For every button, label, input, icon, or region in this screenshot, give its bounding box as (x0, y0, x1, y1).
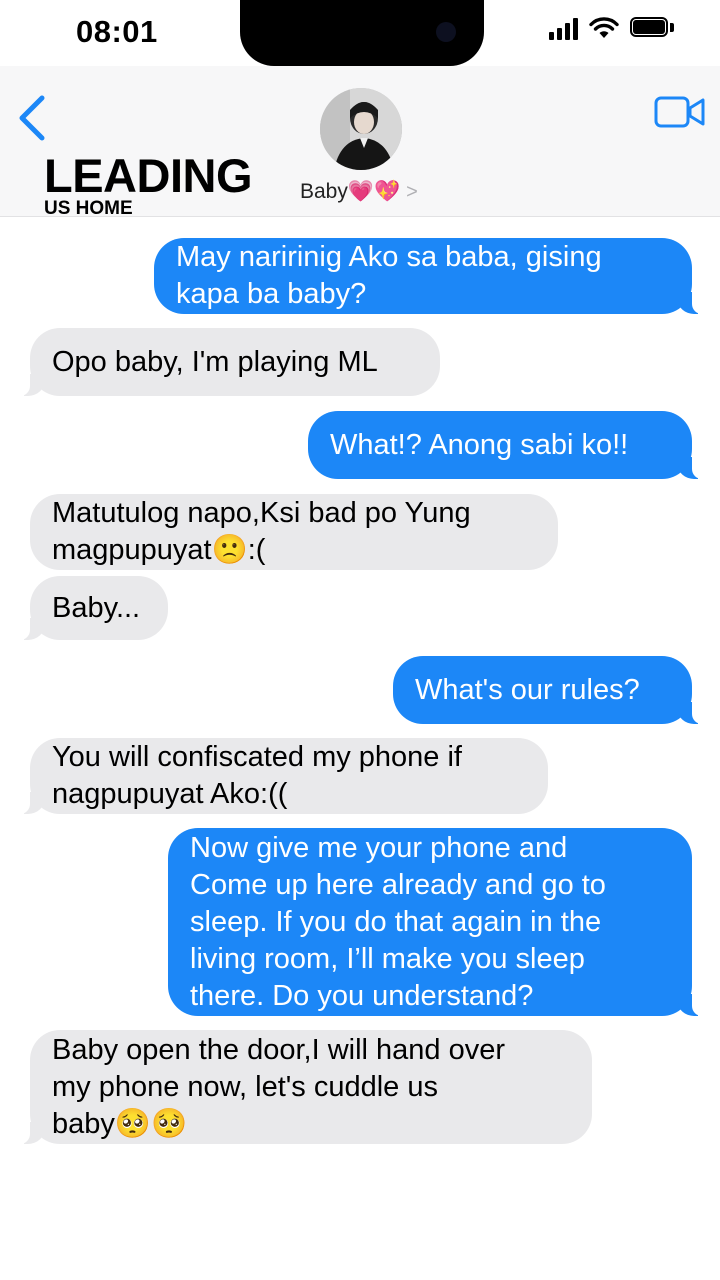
wifi-icon (589, 17, 619, 38)
message-bubble-sent[interactable]: What!? Anong sabi ko!! (308, 411, 706, 479)
dynamic-island (240, 0, 484, 66)
status-time: 08:01 (76, 14, 158, 49)
status-icons (549, 16, 674, 40)
messages-screen: 08:01 Baby💗💖 > LEADING US HOME May narir… (0, 0, 720, 1280)
message-text: Baby... (52, 591, 141, 624)
contact-name-button[interactable]: Baby💗💖 > (300, 180, 418, 204)
chevron-right-icon: > (406, 180, 418, 203)
message-text: Matutulog napo,Ksi bad po Yung magpupuya… (52, 497, 471, 566)
message-text: You will confiscated my phone if nagpupu… (52, 741, 462, 810)
message-bubble-sent[interactable]: Now give me your phone and Come up here … (168, 828, 706, 1016)
battery-icon (630, 17, 674, 39)
message-text: Now give me your phone and Come up here … (190, 831, 606, 1012)
back-chevron-icon[interactable] (12, 92, 52, 142)
message-text: Opo baby, I'm playing ML (52, 345, 378, 378)
message-bubble-received[interactable]: Opo baby, I'm playing ML (16, 328, 440, 396)
video-call-icon[interactable] (654, 94, 706, 130)
message-bubble-sent[interactable]: May naririnig Ako sa baba, gising kapa b… (154, 238, 706, 314)
contact-name: Baby💗💖 (300, 180, 401, 203)
message-bubble-received[interactable]: Baby open the door,I will hand over my p… (16, 1030, 592, 1144)
message-text: Baby open the door,I will hand over my p… (52, 1033, 506, 1140)
message-bubble-received[interactable]: Baby... (16, 576, 168, 640)
leading-us-home-watermark: LEADING US HOME (44, 149, 253, 218)
message-text: What's our rules? (415, 673, 640, 706)
conversation-header: Baby💗💖 > LEADING US HOME (0, 66, 720, 218)
cellular-signal-icon (549, 16, 578, 40)
message-bubble-received[interactable]: You will confiscated my phone if nagpupu… (16, 738, 548, 814)
message-text: May naririnig Ako sa baba, gising kapa b… (176, 241, 602, 310)
message-bubble-received[interactable]: Matutulog napo,Ksi bad po Yung magpupuya… (30, 494, 558, 570)
message-bubble-sent[interactable]: What's our rules? (393, 656, 706, 724)
person-photo-icon (320, 88, 402, 170)
watermark-title: LEADING (44, 149, 253, 202)
contact-avatar[interactable] (320, 88, 402, 170)
message-text: What!? Anong sabi ko!! (330, 428, 629, 461)
